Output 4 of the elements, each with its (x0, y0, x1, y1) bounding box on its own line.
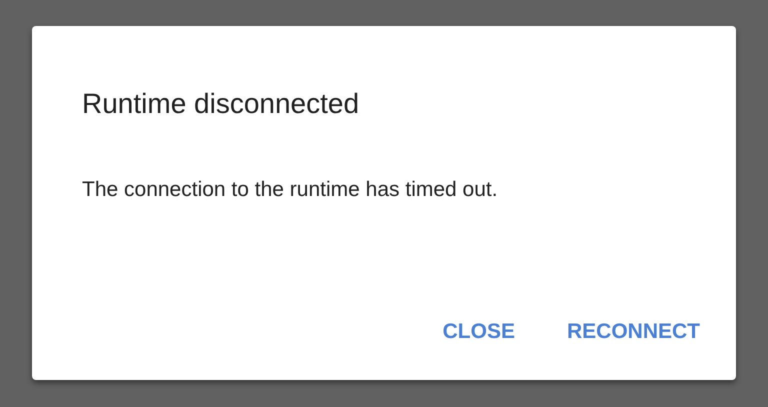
close-button[interactable]: CLOSE (438, 314, 519, 350)
reconnect-button[interactable]: RECONNECT (562, 314, 704, 350)
dialog-message: The connection to the runtime has timed out. (82, 178, 499, 202)
dialog-title: Runtime disconnected (82, 88, 360, 120)
